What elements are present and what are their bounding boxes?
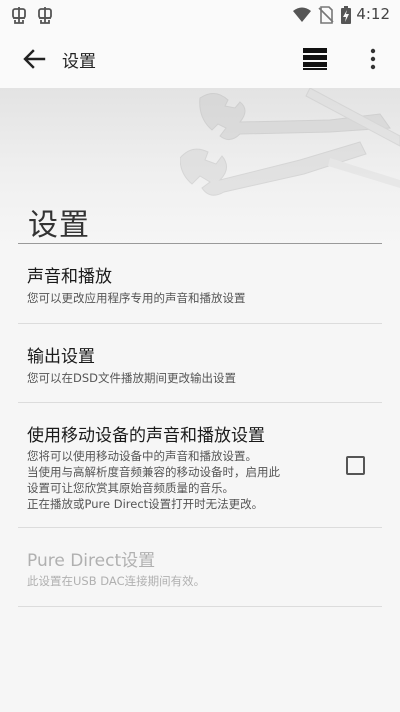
menu-lines-icon[interactable] [302, 47, 328, 71]
pref-summary: 您可以在DSD文件播放期间更改输出设置 [27, 371, 237, 385]
pref-pure-direct: Pure Direct设置 此设置在USB DAC连接期间有效。 [18, 528, 382, 607]
device-sound-checkbox[interactable] [346, 456, 365, 475]
pref-summary: 您可以更改应用程序专用的声音和播放设置 [27, 291, 246, 305]
notification-bug-icon [38, 7, 52, 24]
pref-title: 使用移动设备的声音和播放设置 [27, 426, 265, 446]
pref-sound-and-playback[interactable]: 声音和播放 您可以更改应用程序专用的声音和播放设置 [18, 244, 382, 324]
pref-use-device-sound-settings[interactable]: 使用移动设备的声音和播放设置 您将可以使用移动设备中的声音和播放设置。 当使用与… [18, 403, 382, 528]
list-divider [18, 606, 382, 607]
wrench-tools-icon [180, 88, 400, 196]
status-time: 4:12 [356, 5, 390, 23]
pref-summary: 正在播放或Pure Direct设置打开时无法更改。 [27, 497, 264, 511]
pref-title: Pure Direct设置 [27, 551, 156, 571]
notification-bug-icon [12, 7, 26, 24]
page-heading: 设置 [28, 208, 90, 243]
more-vertical-icon[interactable] [364, 46, 382, 72]
pref-summary: 设置可让您欣赏其原始音频质量的音乐。 [27, 481, 234, 495]
pref-summary: 当使用与高解析度音频兼容的移动设备时，启用此 [27, 465, 280, 479]
wifi-icon [293, 7, 311, 22]
pref-title: 声音和播放 [27, 267, 112, 287]
arrow-left-icon[interactable] [20, 46, 48, 72]
toolbar-title: 设置 [62, 52, 96, 72]
status-bar: 4:12 [0, 0, 400, 30]
app-toolbar: 设置 [0, 30, 400, 88]
battery-charging-icon [341, 6, 351, 24]
pref-title: 输出设置 [27, 347, 95, 367]
pref-summary: 您将可以使用移动设备中的声音和播放设置。 [27, 449, 257, 463]
no-sim-icon [318, 6, 334, 24]
pref-output-settings[interactable]: 输出设置 您可以在DSD文件播放期间更改输出设置 [18, 324, 382, 403]
pref-summary: 此设置在USB DAC连接期间有效。 [27, 574, 206, 588]
